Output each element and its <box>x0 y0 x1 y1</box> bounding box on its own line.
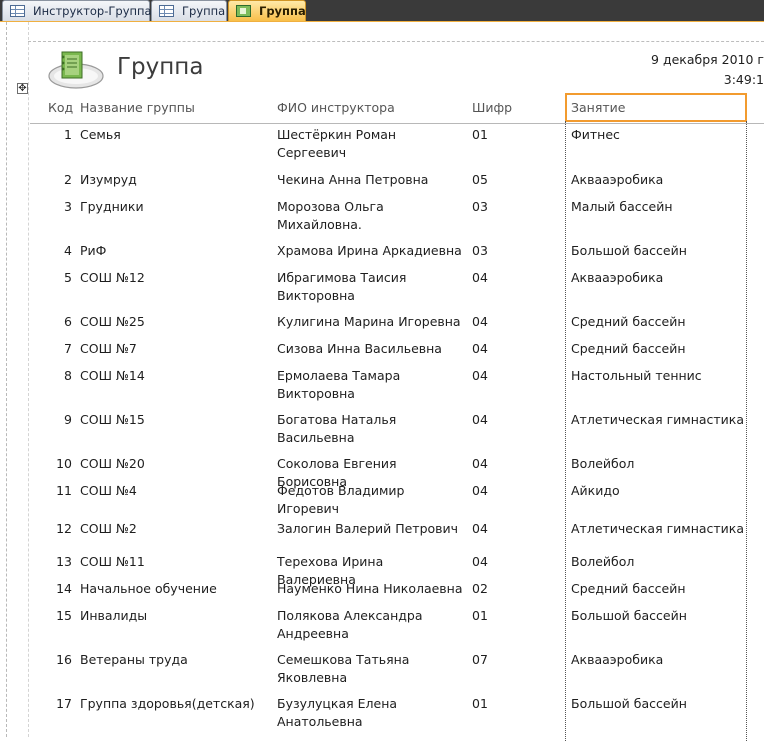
row-code[interactable]: 01 <box>472 607 512 625</box>
row-instructor[interactable]: Бузулуцкая Елена Анатольевна <box>277 695 463 731</box>
row-activity[interactable]: Айкидо <box>571 482 747 500</box>
row-id[interactable]: 10 <box>40 455 72 473</box>
row-instructor[interactable]: Кулигина Марина Игоревна <box>277 313 463 331</box>
row-code[interactable]: 02 <box>472 580 512 598</box>
row-group-name[interactable]: СОШ №11 <box>80 553 270 571</box>
row-activity[interactable]: Большой бассейн <box>571 607 747 625</box>
row-group-name[interactable]: СОШ №20 <box>80 455 270 473</box>
row-id[interactable]: 8 <box>40 367 72 385</box>
row-code[interactable]: 04 <box>472 482 512 500</box>
row-instructor[interactable]: Чекина Анна Петровна <box>277 171 463 189</box>
row-id[interactable]: 7 <box>40 340 72 358</box>
row-code[interactable]: 04 <box>472 455 512 473</box>
row-code[interactable]: 04 <box>472 367 512 385</box>
row-instructor[interactable]: Ибрагимова Таисия Викторовна <box>277 269 463 305</box>
row-group-name[interactable]: Семья <box>80 126 270 144</box>
table-icon <box>10 5 25 17</box>
row-group-name[interactable]: СОШ №15 <box>80 411 270 429</box>
row-code[interactable]: 05 <box>472 171 512 189</box>
row-group-name[interactable]: Группа здоровья(детская) <box>80 695 270 713</box>
row-id[interactable]: 17 <box>40 695 72 713</box>
row-instructor[interactable]: Богатова Наталья Васильевна <box>277 411 463 447</box>
row-group-name[interactable]: СОШ №2 <box>80 520 270 538</box>
row-id[interactable]: 15 <box>40 607 72 625</box>
row-id[interactable]: 4 <box>40 242 72 260</box>
row-instructor[interactable]: Храмова Ирина Аркадиевна <box>277 242 463 260</box>
row-group-name[interactable]: СОШ №4 <box>80 482 270 500</box>
row-id[interactable]: 14 <box>40 580 72 598</box>
row-group-name[interactable]: Инвалиды <box>80 607 270 625</box>
row-activity[interactable]: Волейбол <box>571 455 747 473</box>
row-id[interactable]: 16 <box>40 651 72 669</box>
row-group-name[interactable]: Начальное обучение <box>80 580 270 598</box>
row-code[interactable]: 04 <box>472 553 512 571</box>
row-instructor[interactable]: Науменко Нина Николаевна <box>277 580 463 598</box>
row-code[interactable]: 03 <box>472 242 512 260</box>
row-group-name[interactable]: СОШ №25 <box>80 313 270 331</box>
row-group-name[interactable]: СОШ №12 <box>80 269 270 287</box>
row-code[interactable]: 04 <box>472 340 512 358</box>
row-activity[interactable]: Большой бассейн <box>571 695 747 713</box>
row-code[interactable]: 04 <box>472 313 512 331</box>
row-instructor[interactable]: Семешкова Татьяна Яковлевна <box>277 651 463 687</box>
table-icon <box>159 5 174 17</box>
row-instructor[interactable]: Полякова Александра Андреевна <box>277 607 463 643</box>
row-activity[interactable]: Малый бассейн <box>571 198 747 216</box>
row-activity[interactable]: Аквааэробика <box>571 651 747 669</box>
row-instructor[interactable]: Ермолаева Тамара Викторовна <box>277 367 463 403</box>
row-activity[interactable]: Средний бассейн <box>571 313 747 331</box>
row-id[interactable]: 9 <box>40 411 72 429</box>
row-group-name[interactable]: РиФ <box>80 242 270 260</box>
row-group-name[interactable]: Изумруд <box>80 171 270 189</box>
row-activity[interactable]: Фитнес <box>571 126 747 144</box>
tab-group-report[interactable]: Группа <box>228 0 306 21</box>
row-id[interactable]: 3 <box>40 198 72 216</box>
row-activity[interactable]: Настольный теннис <box>571 367 747 385</box>
row-instructor[interactable]: Залогин Валерий Петрович <box>277 520 463 538</box>
row-instructor[interactable]: Федотов Владимир Игоревич <box>277 482 463 518</box>
row-code[interactable]: 04 <box>472 411 512 429</box>
row-code[interactable]: 04 <box>472 520 512 538</box>
row-activity[interactable]: Большой бассейн <box>571 242 747 260</box>
row-group-name[interactable]: СОШ №14 <box>80 367 270 385</box>
row-activity[interactable]: Средний бассейн <box>571 340 747 358</box>
row-activity[interactable]: Аквааэробика <box>571 171 747 189</box>
row-activity[interactable]: Волейбол <box>571 553 747 571</box>
row-group-name[interactable]: Грудники <box>80 198 270 216</box>
row-id[interactable]: 5 <box>40 269 72 287</box>
row-code[interactable]: 01 <box>472 126 512 144</box>
tab-label: Группа <box>259 4 306 18</box>
row-id[interactable]: 11 <box>40 482 72 500</box>
report-icon <box>236 5 251 17</box>
tab-label: Инструктор-Группа <box>33 4 152 18</box>
row-code[interactable]: 01 <box>472 695 512 713</box>
row-activity[interactable]: Средний бассейн <box>571 580 747 598</box>
row-activity[interactable]: Аквааэробика <box>571 269 747 287</box>
row-id[interactable]: 6 <box>40 313 72 331</box>
report-layout-canvas[interactable]: ✥ Группа 9 декабря 2010 г 3:49:1 Код Наз… <box>0 22 764 741</box>
row-group-name[interactable]: Ветераны труда <box>80 651 270 669</box>
document-tab-bar: Инструктор-Группа Группа Группа <box>0 0 764 22</box>
row-instructor[interactable]: Шестёркин Роман Сергеевич <box>277 126 463 162</box>
row-code[interactable]: 07 <box>472 651 512 669</box>
row-instructor[interactable]: Морозова Ольга Михайловна. <box>277 198 463 234</box>
row-code[interactable]: 04 <box>472 269 512 287</box>
row-activity[interactable]: Атлетическая гимнастика <box>571 411 747 429</box>
row-activity[interactable]: Атлетическая гимнастика <box>571 520 747 538</box>
row-group-name[interactable]: СОШ №7 <box>80 340 270 358</box>
row-id[interactable]: 1 <box>40 126 72 144</box>
report-rows: 1 Семья Шестёркин Роман Сергеевич 01 Фитнес 2… <box>0 22 764 737</box>
tab-instructor-group[interactable]: Инструктор-Группа <box>2 0 152 21</box>
row-id[interactable]: 12 <box>40 520 72 538</box>
row-instructor[interactable]: Сизова Инна Васильевна <box>277 340 463 358</box>
tab-label: Группа <box>182 4 226 18</box>
row-id[interactable]: 2 <box>40 171 72 189</box>
tab-group-table[interactable]: Группа <box>151 0 227 21</box>
row-id[interactable]: 13 <box>40 553 72 571</box>
row-code[interactable]: 03 <box>472 198 512 216</box>
